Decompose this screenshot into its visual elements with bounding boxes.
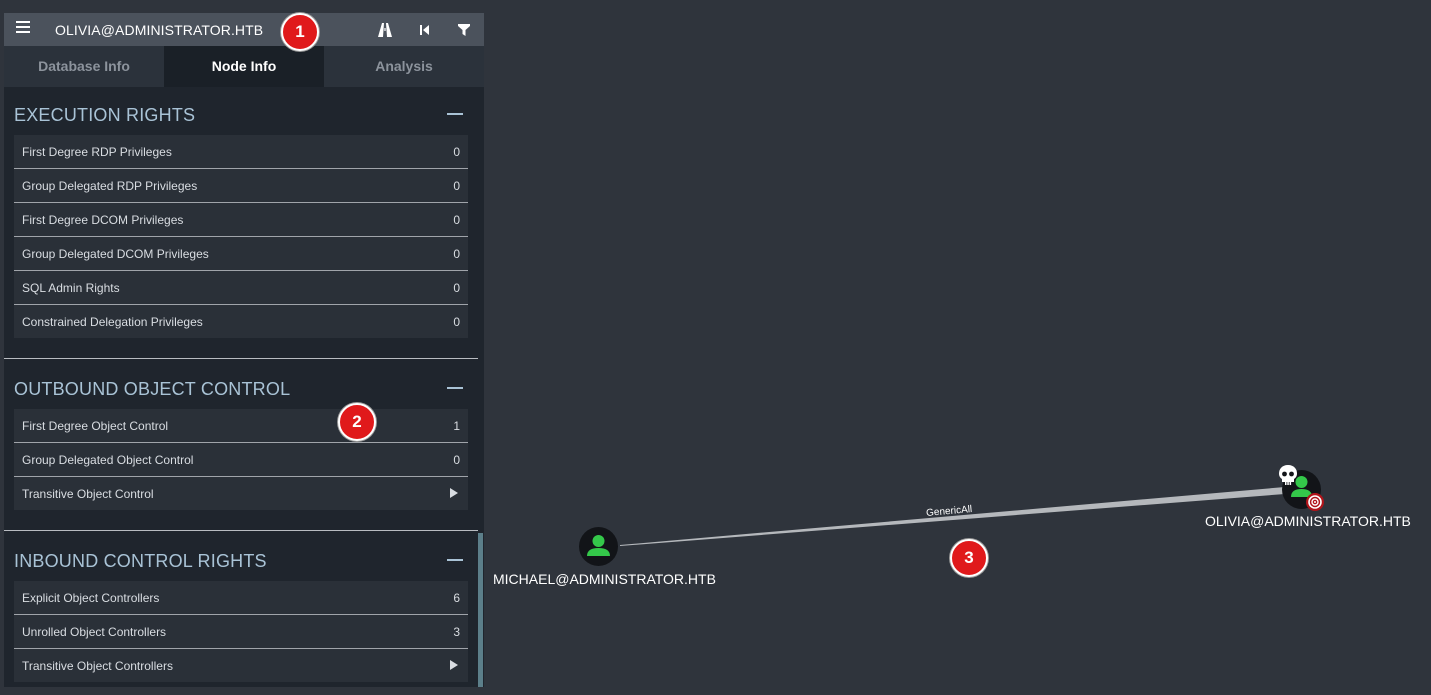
- olivia-node-label: OLIVIA@ADMINISTRATOR.HTB: [1205, 513, 1411, 529]
- michael-user-node[interactable]: [579, 527, 618, 566]
- user-icon: [587, 535, 610, 556]
- skull-icon: [1277, 464, 1299, 486]
- target-icon: [1305, 492, 1325, 512]
- graph-canvas[interactable]: GenericAll: [0, 0, 1431, 695]
- michael-node-label: MICHAEL@ADMINISTRATOR.HTB: [493, 571, 716, 587]
- annotation-badge-1: 1: [281, 13, 319, 51]
- annotation-badge-2: 2: [338, 403, 376, 441]
- annotation-badge-3: 3: [950, 539, 988, 577]
